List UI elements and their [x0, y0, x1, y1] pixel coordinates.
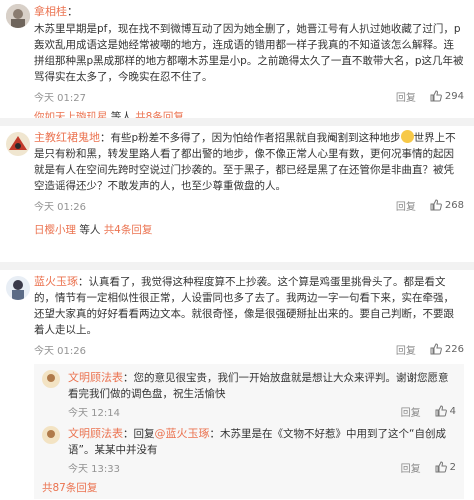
- comment-time: 今天 01:26: [34, 201, 86, 213]
- like-button[interactable]: 2: [435, 461, 456, 473]
- subreply-item: 文明顾法表：您的意见很宝贵，我们一开始放盘就是想让大众来评判。谢谢您愿意看完我们…: [42, 370, 456, 420]
- comment-author[interactable]: 主教红裙鬼地: [34, 131, 100, 144]
- avatar[interactable]: [6, 132, 30, 156]
- divider: [0, 262, 474, 270]
- reply-button[interactable]: 回复: [396, 89, 416, 104]
- comment-item: 蓝火玉琢：认真看了，我觉得这种程度算不上抄袭。这个算是鸡蛋里挑骨头了。都是看文的…: [0, 274, 474, 499]
- avatar[interactable]: [42, 426, 60, 444]
- reply-button[interactable]: 回复: [401, 404, 421, 419]
- like-count: 226: [444, 343, 464, 355]
- like-count: 268: [444, 199, 464, 211]
- thumbs-up-icon: [430, 199, 442, 211]
- reply-summary[interactable]: 日樱小理 等人 共4条回复: [34, 222, 464, 237]
- subreply-text: ：您的意见很宝贵，我们一开始放盘就是想让大众来评判。谢谢您愿意看完我们做的调色盘…: [68, 372, 449, 400]
- subreply-author[interactable]: 文明顾法表: [68, 427, 123, 440]
- reply-button[interactable]: 回复: [396, 342, 416, 357]
- like-button[interactable]: 226: [430, 343, 464, 355]
- divider: [0, 118, 474, 126]
- comment-item: 主教红裙鬼地：有些p粉差不多得了，因为怕给作者招黑就自我阉割到这种地步 世界上不是…: [0, 130, 474, 237]
- subreply-author[interactable]: 文明顾法表: [68, 371, 123, 384]
- avatar[interactable]: [6, 4, 30, 28]
- thumbs-up-icon: [435, 461, 447, 473]
- like-button[interactable]: 294: [430, 90, 464, 102]
- comment-text: 有些p粉差不多得了，因为怕给作者招黑就自我阉割到这种地步: [110, 132, 401, 144]
- thumbs-up-icon: [435, 405, 447, 417]
- comment-meta: 今天 01:26 回复 268: [34, 196, 464, 214]
- comment-text: 木苏里早期是pf，现在找不到微博互动了因为她全删了，她晋江号有人扒过她收藏了过门…: [34, 23, 464, 83]
- more-replies-link[interactable]: 共87条回复: [42, 480, 456, 495]
- subreply-time: 今天 12:14: [68, 407, 120, 419]
- comment-item: 拿相桂： 木苏里早期是pf，现在找不到微博互动了因为她全删了，她晋江号有人扒过她…: [0, 0, 474, 124]
- subreply-list: 文明顾法表：您的意见很宝贵，我们一开始放盘就是想让大众来评判。谢谢您愿意看完我们…: [34, 364, 464, 499]
- subreply-prefix: ：回复: [123, 428, 155, 440]
- reply-summary-count[interactable]: 共4条回复: [104, 224, 153, 236]
- thumbs-up-icon: [430, 90, 442, 102]
- comment-author[interactable]: 蓝火玉琢: [34, 275, 78, 288]
- comment-time: 今天 01:27: [34, 92, 86, 104]
- like-count: 294: [444, 90, 464, 102]
- like-button[interactable]: 4: [435, 405, 456, 417]
- subreply-item: 文明顾法表：回复@蓝火玉琢：木苏里是在《文物不好惹》中用到了这个“自创成语”。某…: [42, 426, 456, 476]
- like-button[interactable]: 268: [430, 199, 464, 211]
- reply-summary-user[interactable]: 日樱小理: [34, 224, 76, 236]
- thinking-emoji-icon: [400, 130, 414, 143]
- like-count: 4: [449, 405, 456, 417]
- comment-author[interactable]: 拿相桂: [34, 5, 67, 18]
- comment-meta: 今天 01:26 回复 226: [34, 340, 464, 358]
- avatar[interactable]: [42, 370, 60, 388]
- like-count: 2: [449, 461, 456, 473]
- subreply-meta: 今天 13:33 回复 2: [68, 458, 456, 476]
- subreply-meta: 今天 12:14 回复 4: [68, 402, 456, 420]
- reply-summary-text: 等人: [79, 224, 101, 236]
- subreply-time: 今天 13:33: [68, 463, 120, 475]
- reply-button[interactable]: 回复: [396, 198, 416, 213]
- comment-meta: 今天 01:27 回复 294: [34, 87, 464, 105]
- comment-time: 今天 01:26: [34, 345, 86, 357]
- comment-text: 认真看了，我觉得这种程度算不上抄袭。这个算是鸡蛋里挑骨头了。都是看文的，情节有一…: [34, 276, 454, 336]
- reply-button[interactable]: 回复: [401, 460, 421, 475]
- thumbs-up-icon: [430, 343, 442, 355]
- mention-link[interactable]: @蓝火玉琢: [155, 427, 210, 440]
- avatar[interactable]: [6, 276, 30, 300]
